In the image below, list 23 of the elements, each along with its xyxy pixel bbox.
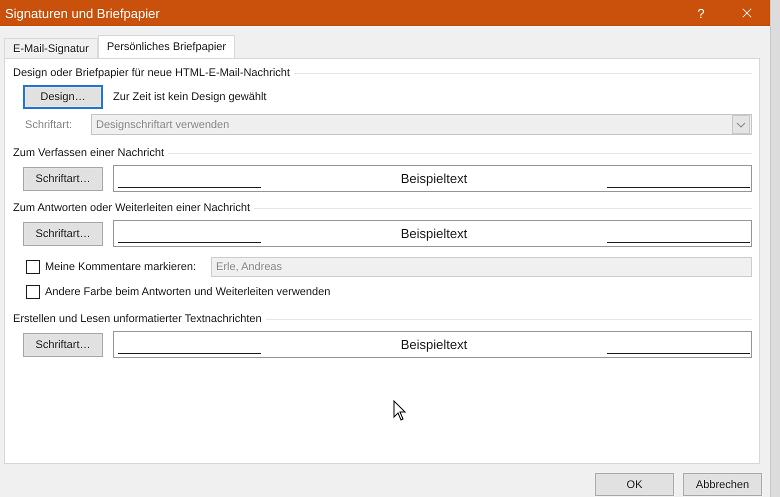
tab[interactable]: Persönliches Briefpapier	[98, 35, 236, 58]
pointer-icon	[393, 400, 406, 421]
section-heading: Zum Verfassen einer Nachricht	[13, 147, 164, 159]
tab[interactable]: E-Mail-Signatur	[4, 38, 98, 58]
checkbox-label: Meine Kommentare markieren:	[45, 261, 196, 273]
help-button[interactable]: ?	[678, 0, 724, 26]
dialog-button[interactable]: Abbrechen	[683, 473, 762, 496]
window-title: Signaturen und Briefpapier	[5, 6, 161, 20]
font-button[interactable]: Schriftart…	[23, 332, 103, 356]
dialog-button[interactable]: OK	[595, 473, 674, 496]
font-button[interactable]: Schriftart…	[23, 166, 103, 190]
preview-text: Beispieltext	[400, 225, 468, 241]
section-heading: Zum Antworten oder Weiterleiten einer Nachricht	[13, 202, 250, 214]
section-heading: Design oder Briefpapier für neue HTML-E-Mail-Nachricht	[13, 67, 290, 79]
preview-text: Beispieltext	[400, 170, 468, 186]
checkbox[interactable]	[26, 285, 40, 299]
checkbox-label: Andere Farbe beim Antworten und Weiterleiten verwenden	[45, 286, 330, 298]
chevron-down-icon	[732, 115, 750, 134]
font-button[interactable]: Schriftart…	[23, 222, 103, 246]
preview-text: Beispieltext	[400, 336, 468, 352]
design-status: Zur Zeit ist kein Design gewählt	[113, 91, 266, 103]
font-label: Schriftart:	[25, 118, 74, 130]
section-heading: Erstellen und Lesen unformatierter Textnachrichten	[13, 313, 262, 325]
